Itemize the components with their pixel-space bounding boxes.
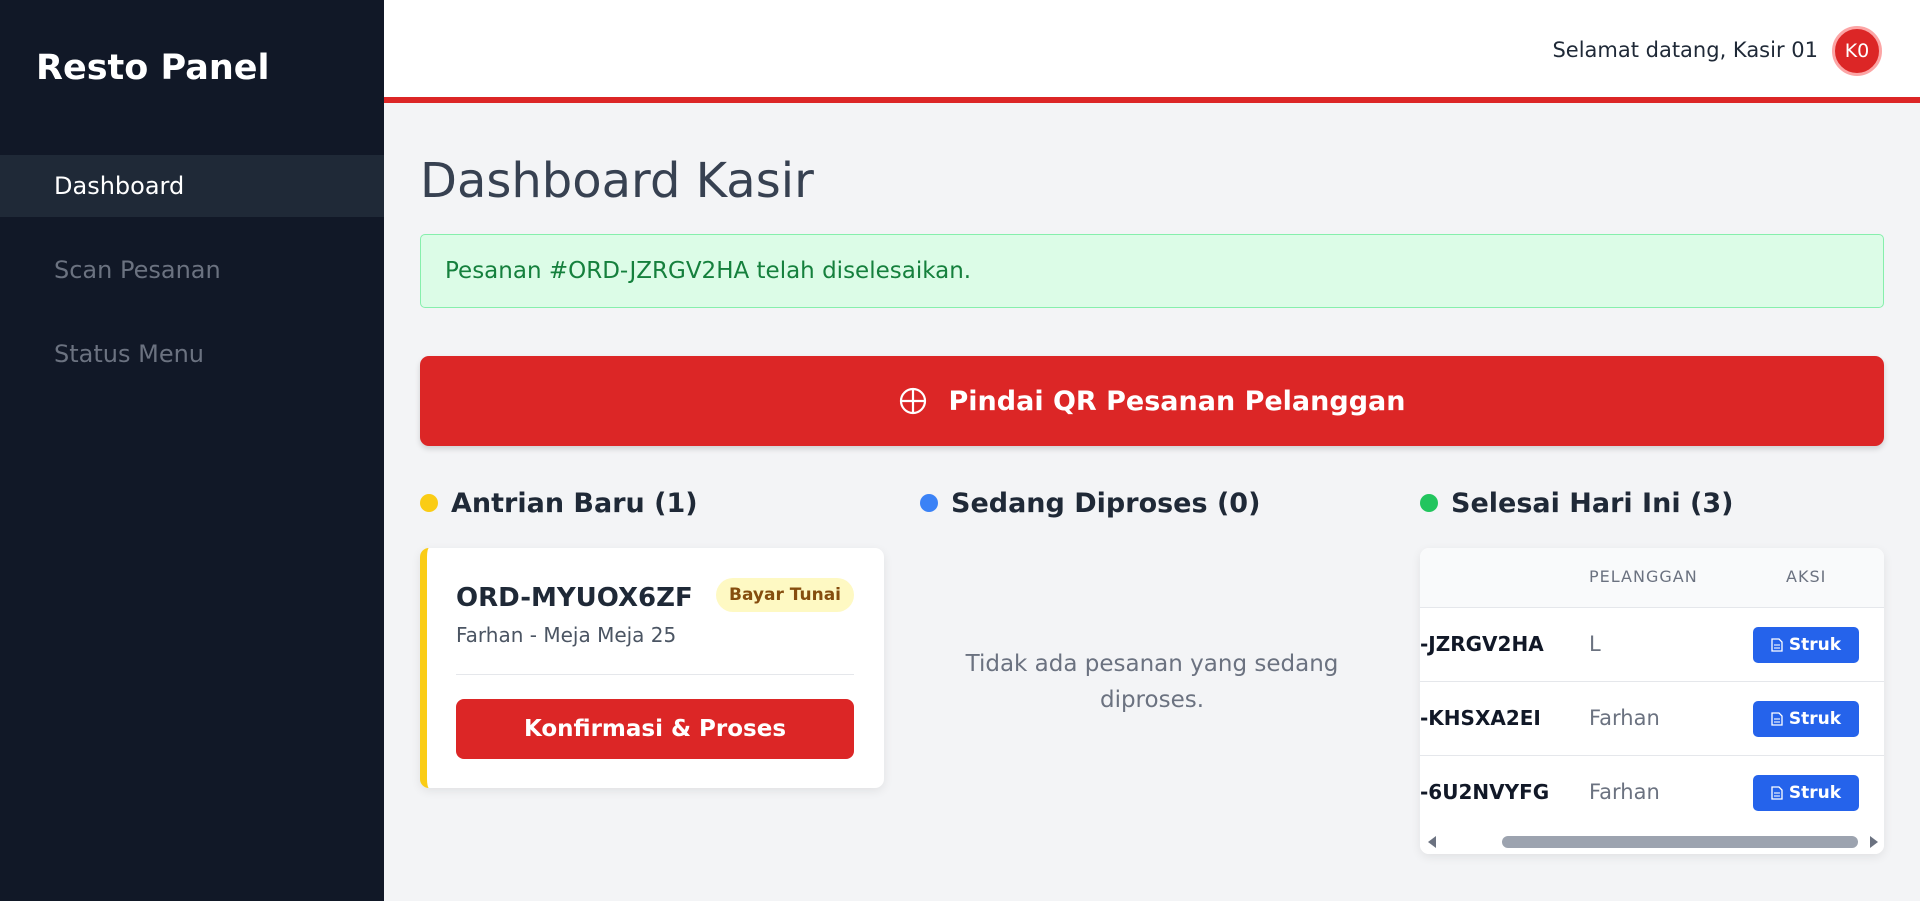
table-row: -KHSXA2EI Farhan Struk [1420,682,1884,756]
customer-cell: Farhan [1589,780,1660,804]
column-title: Sedang Diproses (0) [951,487,1261,519]
order-id: ORD-MYUOX6ZF [456,583,693,613]
brand-logo[interactable]: Resto Panel [36,48,269,88]
receipt-button[interactable]: Struk [1753,701,1859,737]
completed-orders-table: PELANGGAN AKSI -JZRGV2HA L Struk -KHSXA2… [1420,548,1884,854]
column-antrian-baru: Antrian Baru (1) ORD-MYUOX6ZF Bayar Tuna… [420,483,884,788]
empty-state-text: Tidak ada pesanan yang sedang diproses. [965,651,1339,713]
sidebar-item-status-menu[interactable]: Status Menu [0,323,384,385]
crosshair-icon [899,387,926,415]
customer-cell: L [1589,632,1601,656]
column-header-customer: PELANGGAN [1589,567,1698,586]
document-icon [1771,638,1783,652]
order-id-cell: -JZRGV2HA [1420,632,1544,656]
document-icon [1771,712,1783,726]
scan-qr-button[interactable]: Pindai QR Pesanan Pelanggan [420,356,1884,446]
status-dot [420,494,438,512]
order-customer-table: Farhan - Meja Meja 25 [456,623,677,647]
top-bar: Selamat datang, Kasir 01 K0 [384,0,1920,103]
column-selesai-hari-ini: Selesai Hari Ini (3) PELANGGAN AKSI -JZR… [1420,483,1884,854]
success-alert: Pesanan #ORD-JZRGV2HA telah diselesaikan… [420,234,1884,308]
column-header: Sedang Diproses (0) [920,483,1384,523]
table-row: -6U2NVYFG Farhan Struk [1420,756,1884,830]
column-header: Selesai Hari Ini (3) [1420,483,1884,523]
receipt-button[interactable]: Struk [1753,775,1859,811]
sidebar-item-dashboard[interactable]: Dashboard [0,155,384,217]
column-header-action: AKSI [1786,567,1827,586]
column-title: Selesai Hari Ini (3) [1451,487,1734,519]
document-icon [1771,786,1783,800]
scroll-left-arrow-icon[interactable] [1428,836,1436,848]
divider [456,674,854,675]
scrollbar-thumb[interactable] [1502,836,1858,848]
customer-cell: Farhan [1589,706,1660,730]
scan-qr-button-label: Pindai QR Pesanan Pelanggan [948,385,1406,417]
status-dot [1420,494,1438,512]
payment-badge: Bayar Tunai [716,578,854,612]
column-title: Antrian Baru (1) [451,487,698,519]
column-sedang-diproses: Sedang Diproses (0) Tidak ada pesanan ya… [920,483,1384,713]
scroll-right-arrow-icon[interactable] [1870,836,1878,848]
status-dot [920,494,938,512]
receipt-button-label: Struk [1788,783,1842,803]
order-id-cell: -6U2NVYFG [1420,780,1550,804]
horizontal-scrollbar[interactable] [1420,830,1884,854]
confirm-process-button[interactable]: Konfirmasi & Proses [456,699,854,759]
order-card: ORD-MYUOX6ZF Bayar Tunai Farhan - Meja M… [420,548,884,788]
table-row: -JZRGV2HA L Struk [1420,608,1884,682]
table-header: PELANGGAN AKSI [1420,548,1884,608]
receipt-button-label: Struk [1788,635,1842,655]
greeting-text: Selamat datang, Kasir 01 [1552,38,1818,62]
sidebar: Resto Panel Dashboard Scan Pesanan Statu… [0,0,384,901]
receipt-button-label: Struk [1788,709,1842,729]
receipt-button[interactable]: Struk [1753,627,1859,663]
alert-message: Pesanan #ORD-JZRGV2HA telah diselesaikan… [445,258,972,284]
page-title: Dashboard Kasir [420,153,814,209]
user-avatar[interactable]: K0 [1832,26,1882,76]
sidebar-nav: Dashboard Scan Pesanan Status Menu [0,155,384,407]
column-header: Antrian Baru (1) [420,483,884,523]
order-id-cell: -KHSXA2EI [1420,706,1541,730]
sidebar-item-scan-pesanan[interactable]: Scan Pesanan [0,239,384,301]
